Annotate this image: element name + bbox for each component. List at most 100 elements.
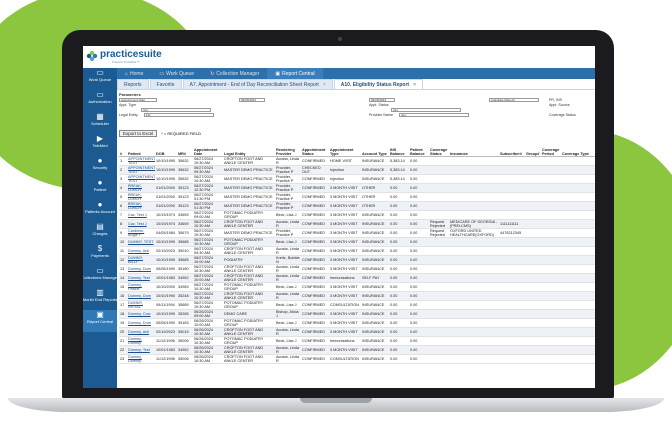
table-row[interactable]: 16 Dummy, Dum 10/10/1990 35248 06/27/2024 10…: [119, 291, 595, 301]
table-cell: [561, 255, 595, 265]
table-row[interactable]: 23 Dummy, Dummy 11/12/1998 35006 06/26/2024 …: [119, 354, 595, 364]
table-row[interactable]: 21 Dummy, Dummy 11/12/1998 35006 06/26/2024 …: [119, 336, 595, 346]
table-row[interactable]: 19 Dummy, Dum 05/05/1990 35183 06/26/2024 10…: [119, 318, 595, 328]
table-row[interactable]: 15 Dummy, Passer 10/10/2000 34983 06/27/2024…: [119, 282, 595, 292]
column-header[interactable]: Appointment Type: [329, 140, 361, 157]
sidebar-item[interactable]: $ Payments: [83, 244, 117, 266]
topnav-tab[interactable]: ↻ Collection Manager: [202, 68, 267, 79]
close-icon[interactable]: ×: [323, 82, 326, 88]
table-row[interactable]: 20 Dummy, Anil 02/19/2023 35015 06/26/2024 1…: [119, 327, 595, 337]
column-header[interactable]: DOB: [155, 140, 177, 157]
patient-link[interactable]: Dummy, Dummy: [127, 336, 155, 346]
patient-link[interactable]: Dummy, Cow: [127, 309, 155, 319]
patient-link[interactable]: APPOINTMENT, TEST: [127, 174, 155, 184]
table-row[interactable]: 5 BREAK, LUNCH 01/01/2000 35123 06/27/2024 0…: [119, 192, 595, 202]
table-row[interactable]: 8 Caz, Test J 10/19/1974 34659 06/27/2024 10…: [119, 219, 595, 229]
table-row[interactable]: 14 Dummy, Test 10/01/1983 34952 06/27/2024 1…: [119, 273, 595, 283]
column-header[interactable]: Appointment Status: [301, 140, 329, 157]
patient-link[interactable]: Dummy, Passer: [127, 282, 155, 292]
table-row[interactable]: 6 BREAK, LUNCH 01/01/2000 35123 06/27/2024 0…: [119, 201, 595, 211]
patient-link[interactable]: Dummy, Dum: [127, 264, 155, 274]
sidebar-item[interactable]: ▣ Report Central: [83, 310, 117, 332]
table-cell: [429, 327, 449, 337]
patient-link[interactable]: Caz, Test J: [127, 219, 155, 229]
column-header[interactable]: Subscriber#: [499, 140, 525, 157]
table-row[interactable]: 7 Caz, Test J 10/19/1974 34659 06/27/2024 09…: [119, 210, 595, 220]
patient-link[interactable]: Dummy, Anil: [127, 246, 155, 256]
appt-type-select[interactable]: ALL: [141, 107, 211, 112]
column-header[interactable]: Rendering Provider: [275, 140, 301, 157]
calculate-data-select[interactable]: Calculate Data As: [489, 97, 539, 102]
patient-link[interactable]: Caz, Test J: [127, 210, 155, 220]
column-header[interactable]: Patient Balance: [409, 140, 429, 157]
sidebar-item[interactable]: ▭ Work Queue: [83, 68, 117, 90]
brand-logo[interactable]: practicesuite Practice Profitable™: [83, 46, 193, 68]
table-row[interactable]: 12 DUMMY, BILLY 10/10/1995 35685 06/27/2024 …: [119, 255, 595, 265]
table-row[interactable]: 18 Dummy, Cow 10/10/1995 35265 06/26/2024 09…: [119, 309, 595, 319]
legal-entity-select[interactable]: ALL: [143, 112, 214, 117]
report-tab[interactable]: A10. Eligibility Status Report ×: [333, 79, 424, 89]
topnav-tab[interactable]: ▣ Report Central: [267, 68, 323, 79]
date-to-input[interactable]: 06/26/2024: [369, 97, 395, 102]
column-header[interactable]: Coverage Period: [541, 140, 561, 157]
report-tab[interactable]: Favorite: [149, 79, 182, 89]
table-cell: 0.00: [409, 192, 429, 202]
column-header[interactable]: Account Type: [361, 140, 389, 157]
column-header[interactable]: Legal Entity: [223, 140, 275, 157]
sidebar-item[interactable]: ▦ Scheduler: [83, 112, 117, 134]
sidebar-item[interactable]: ▤ Charges: [83, 222, 117, 244]
table-row[interactable]: 10 DUMMY, TEST 10/10/1995 35685 06/27/2024 1…: [119, 237, 595, 247]
sidebar-item[interactable]: ● Security: [83, 156, 117, 178]
sidebar-item[interactable]: ▶ TeleMed: [83, 134, 117, 156]
table-row[interactable]: 11 Dummy, Anil 02/19/2023 35010 06/27/2024 0…: [119, 246, 595, 256]
column-header[interactable]: Appointment Date: [193, 140, 223, 157]
sidebar-item[interactable]: ▥ Month End Reports: [83, 288, 117, 310]
patient-link[interactable]: Cardinim, Angie F: [127, 228, 155, 238]
sidebar-item[interactable]: ▭ Authorization: [83, 90, 117, 112]
topnav-tab[interactable]: ⌂ Home: [117, 68, 151, 79]
topnav-tab[interactable]: ▭ Work Queue: [151, 68, 202, 79]
patient-link[interactable]: Dummy, Dum: [127, 291, 155, 301]
patient-link[interactable]: DUMMY, INITIAL: [127, 300, 155, 310]
sidebar-item[interactable]: ● Patient: [83, 178, 117, 200]
column-header[interactable]: INS Balance: [389, 140, 409, 157]
patient-link[interactable]: DUMMY, TEST: [127, 237, 155, 247]
table-row[interactable]: 13 Dummy, Dum 05/05/1990 35180 06/27/2024 10…: [119, 264, 595, 274]
column-header[interactable]: Group#: [525, 140, 541, 157]
report-tab[interactable]: Reports: [117, 79, 149, 89]
column-header[interactable]: #: [119, 140, 127, 157]
table-row[interactable]: 1 APPOINTMENT, TEST 10/10/1995 35632 06/27/2…: [119, 156, 595, 166]
table-cell: Injection: [329, 174, 361, 184]
provider-name-select[interactable]: ALL: [398, 112, 469, 117]
patient-link[interactable]: BREAK, LUNCH: [127, 192, 155, 202]
column-header[interactable]: Coverage Type: [561, 140, 595, 157]
column-header[interactable]: MR#: [177, 140, 193, 157]
patient-link[interactable]: Dummy, Dummy: [127, 354, 155, 364]
patient-link[interactable]: Dummy, Dum: [127, 318, 155, 328]
appointment-date-select[interactable]: Appointment Date: [119, 97, 157, 102]
patient-link[interactable]: DUMMY, BILLY: [127, 255, 155, 265]
table-row[interactable]: 3 APPOINTMENT, TEST 10/10/1995 35632 06/27/2…: [119, 174, 595, 184]
report-tab[interactable]: A7. Appointment - End of Day Reconciliat…: [182, 79, 333, 89]
column-header[interactable]: Insurance: [449, 140, 499, 157]
sidebar-item[interactable]: ● Patients Account: [83, 200, 117, 222]
patient-link[interactable]: BREAK, LUNCH: [127, 183, 155, 193]
column-header[interactable]: Coverage Status: [429, 140, 449, 157]
appt-status-select[interactable]: ALL: [391, 107, 461, 112]
patient-link[interactable]: APPOINTMENT, TEST: [127, 156, 155, 166]
patient-link[interactable]: Dummy, Anil: [127, 327, 155, 337]
export-to-excel-button[interactable]: Export to Excel: [119, 130, 158, 137]
patient-link[interactable]: APPOINTMENT, TEST: [127, 165, 155, 175]
patient-link[interactable]: Dummy, Test: [127, 273, 155, 283]
table-row[interactable]: 9 Cardinim, Angie F 04/05/1984 35679 06/27/2…: [119, 228, 595, 238]
patient-link[interactable]: Dummy, Test: [127, 345, 155, 355]
table-row[interactable]: 17 DUMMY, INITIAL 09/11/1994 35689 06/27/202…: [119, 300, 595, 310]
date-from-input[interactable]: 06/26/2024: [239, 97, 265, 102]
patient-link[interactable]: BREAK, LUNCH: [127, 201, 155, 211]
sidebar-item[interactable]: ▭ Collections Manager: [83, 266, 118, 288]
table-row[interactable]: 4 BREAK, LUNCH 01/01/2000 35123 06/27/2024 1…: [119, 183, 595, 193]
table-row[interactable]: 2 APPOINTMENT, TEST 10/10/1995 35632 06/27/2…: [119, 165, 595, 175]
column-header[interactable]: Patient: [127, 140, 155, 157]
close-icon[interactable]: ×: [413, 82, 416, 88]
table-row[interactable]: 22 Dummy, Test 10/01/1983 34952 06/26/2024 1…: [119, 345, 595, 355]
